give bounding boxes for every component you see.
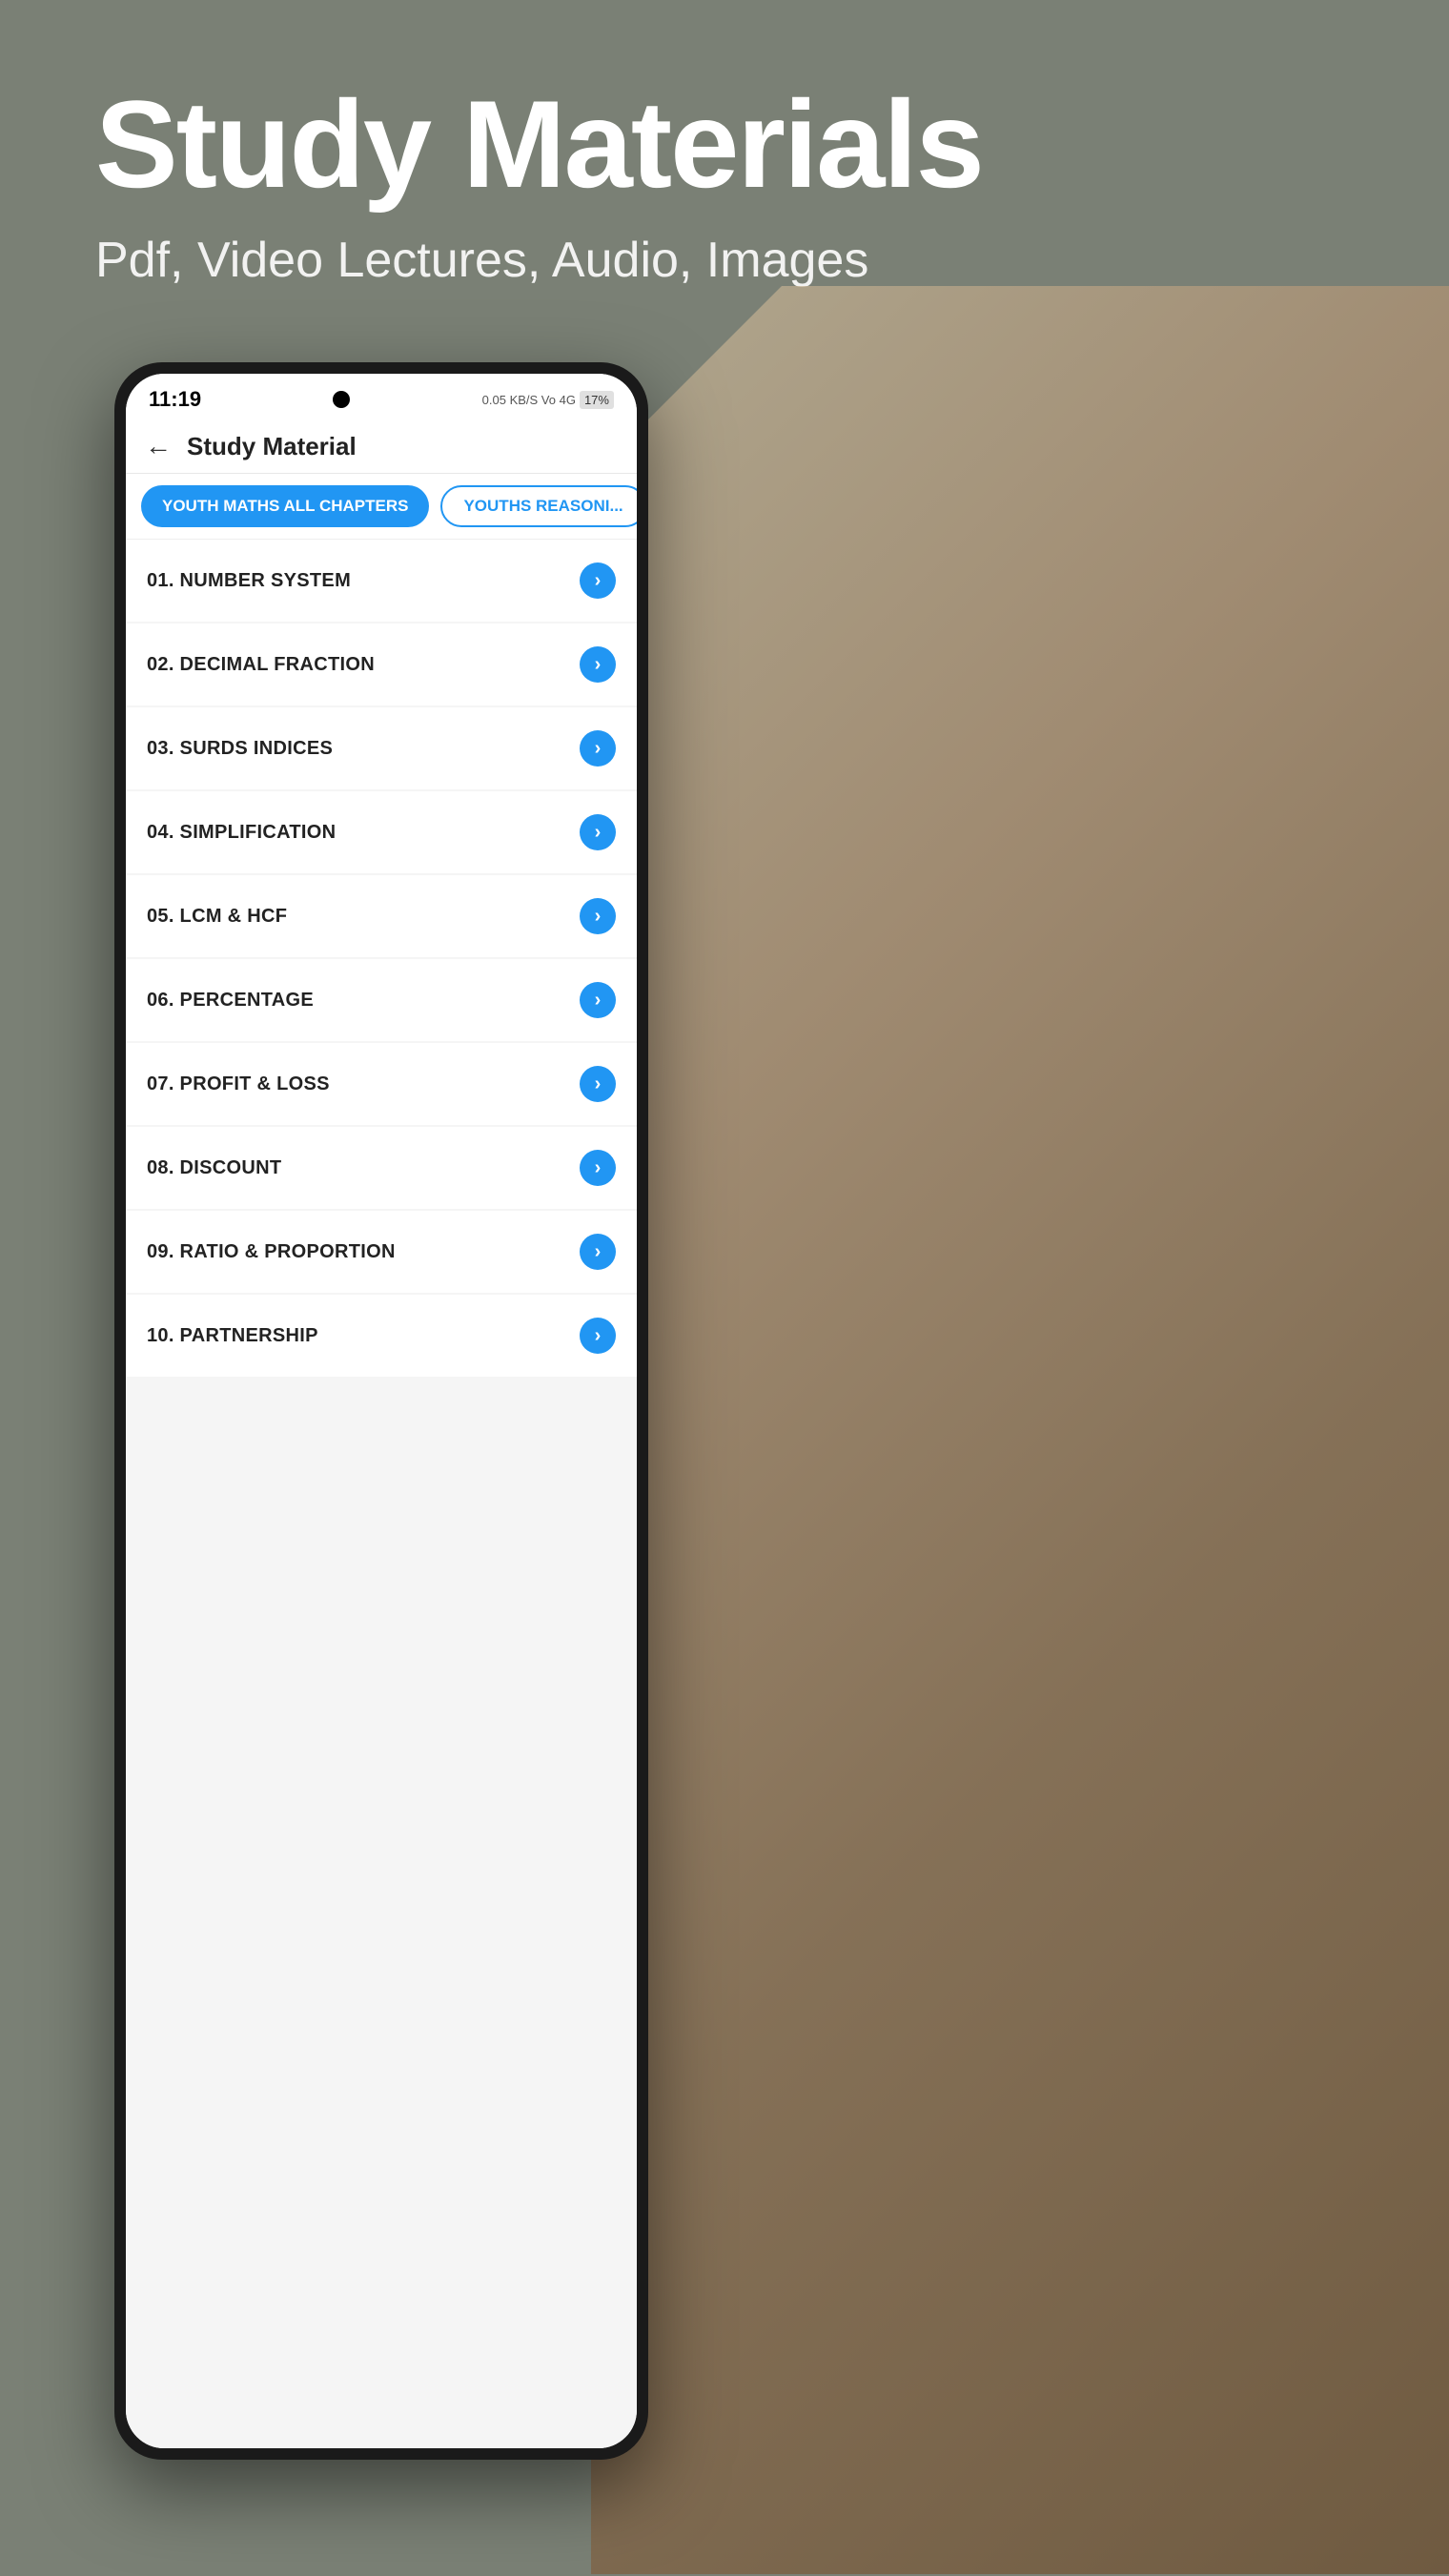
chapter-name: 06. PERCENTAGE	[147, 990, 314, 1012]
phone-screen: 11:19 0.05 KB/S Vo 4G 17% ← Study Materi…	[126, 374, 637, 2448]
chevron-right-icon: ›	[595, 823, 602, 842]
phone-frame: 11:19 0.05 KB/S Vo 4G 17% ← Study Materi…	[114, 362, 648, 2460]
chevron-right-icon: ›	[595, 1074, 602, 1094]
tab-youths-reasoning[interactable]: YOUTHS REASONI...	[440, 485, 637, 527]
chapter-name: 09. RATIO & PROPORTION	[147, 1241, 396, 1263]
list-item[interactable]: 07. PROFIT & LOSS ›	[126, 1043, 637, 1125]
chevron-right-icon: ›	[595, 655, 602, 674]
page-hero-subtitle: Pdf, Video Lectures, Audio, Images	[95, 232, 983, 289]
hand-background	[591, 286, 1449, 2574]
chevron-right-icon: ›	[595, 739, 602, 758]
chapter-name: 07. PROFIT & LOSS	[147, 1073, 330, 1095]
chevron-right-icon: ›	[595, 571, 602, 590]
chapter-arrow-button[interactable]: ›	[580, 982, 616, 1018]
chapter-name: 03. SURDS INDICES	[147, 738, 333, 760]
chapter-arrow-button[interactable]: ›	[580, 562, 616, 599]
chevron-right-icon: ›	[595, 1242, 602, 1261]
chapter-arrow-button[interactable]: ›	[580, 646, 616, 683]
chapter-arrow-button[interactable]: ›	[580, 898, 616, 934]
chapter-arrow-button[interactable]: ›	[580, 1150, 616, 1186]
status-bar: 11:19 0.05 KB/S Vo 4G 17%	[126, 374, 637, 419]
list-item[interactable]: 08. DISCOUNT ›	[126, 1127, 637, 1209]
chevron-right-icon: ›	[595, 907, 602, 926]
chapter-name: 04. SIMPLIFICATION	[147, 822, 336, 844]
phone-mockup: 11:19 0.05 KB/S Vo 4G 17% ← Study Materi…	[114, 362, 648, 2460]
chapter-name: 02. DECIMAL FRACTION	[147, 654, 375, 676]
app-bar: ← Study Material	[126, 419, 637, 474]
chapter-list: 01. NUMBER SYSTEM›02. DECIMAL FRACTION›0…	[126, 540, 637, 2448]
chapter-arrow-button[interactable]: ›	[580, 730, 616, 767]
chapter-arrow-button[interactable]: ›	[580, 1066, 616, 1102]
chapter-name: 08. DISCOUNT	[147, 1157, 281, 1179]
chapter-name: 05. LCM & HCF	[147, 906, 287, 928]
page-hero-title: Study Materials	[95, 76, 983, 213]
chevron-right-icon: ›	[595, 1326, 602, 1345]
chevron-right-icon: ›	[595, 991, 602, 1010]
list-item[interactable]: 01. NUMBER SYSTEM ›	[126, 540, 637, 622]
list-item[interactable]: 10. PARTNERSHIP ›	[126, 1295, 637, 1377]
list-item[interactable]: 09. RATIO & PROPORTION ›	[126, 1211, 637, 1293]
chapter-arrow-button[interactable]: ›	[580, 1234, 616, 1270]
list-item[interactable]: 05. LCM & HCF ›	[126, 875, 637, 957]
chapter-arrow-button[interactable]: ›	[580, 1318, 616, 1354]
status-icons: 0.05 KB/S Vo 4G 17%	[482, 391, 614, 409]
list-item[interactable]: 02. DECIMAL FRACTION ›	[126, 624, 637, 705]
tab-youth-maths[interactable]: YOUTH MATHS ALL CHAPTERS	[141, 485, 429, 527]
list-item[interactable]: 04. SIMPLIFICATION ›	[126, 791, 637, 873]
status-time: 11:19	[149, 387, 201, 412]
chapter-name: 10. PARTNERSHIP	[147, 1325, 318, 1347]
app-bar-title: Study Material	[187, 432, 357, 461]
chevron-right-icon: ›	[595, 1158, 602, 1177]
battery-indicator: 17%	[580, 391, 614, 409]
chapter-arrow-button[interactable]: ›	[580, 814, 616, 850]
network-info: 0.05 KB/S Vo 4G	[482, 393, 576, 407]
back-button[interactable]: ←	[145, 431, 172, 461]
list-item[interactable]: 06. PERCENTAGE ›	[126, 959, 637, 1041]
chapter-name: 01. NUMBER SYSTEM	[147, 570, 351, 592]
list-item[interactable]: 03. SURDS INDICES ›	[126, 707, 637, 789]
tab-bar: YOUTH MATHS ALL CHAPTERS YOUTHS REASONI.…	[126, 474, 637, 540]
front-camera	[333, 391, 350, 408]
